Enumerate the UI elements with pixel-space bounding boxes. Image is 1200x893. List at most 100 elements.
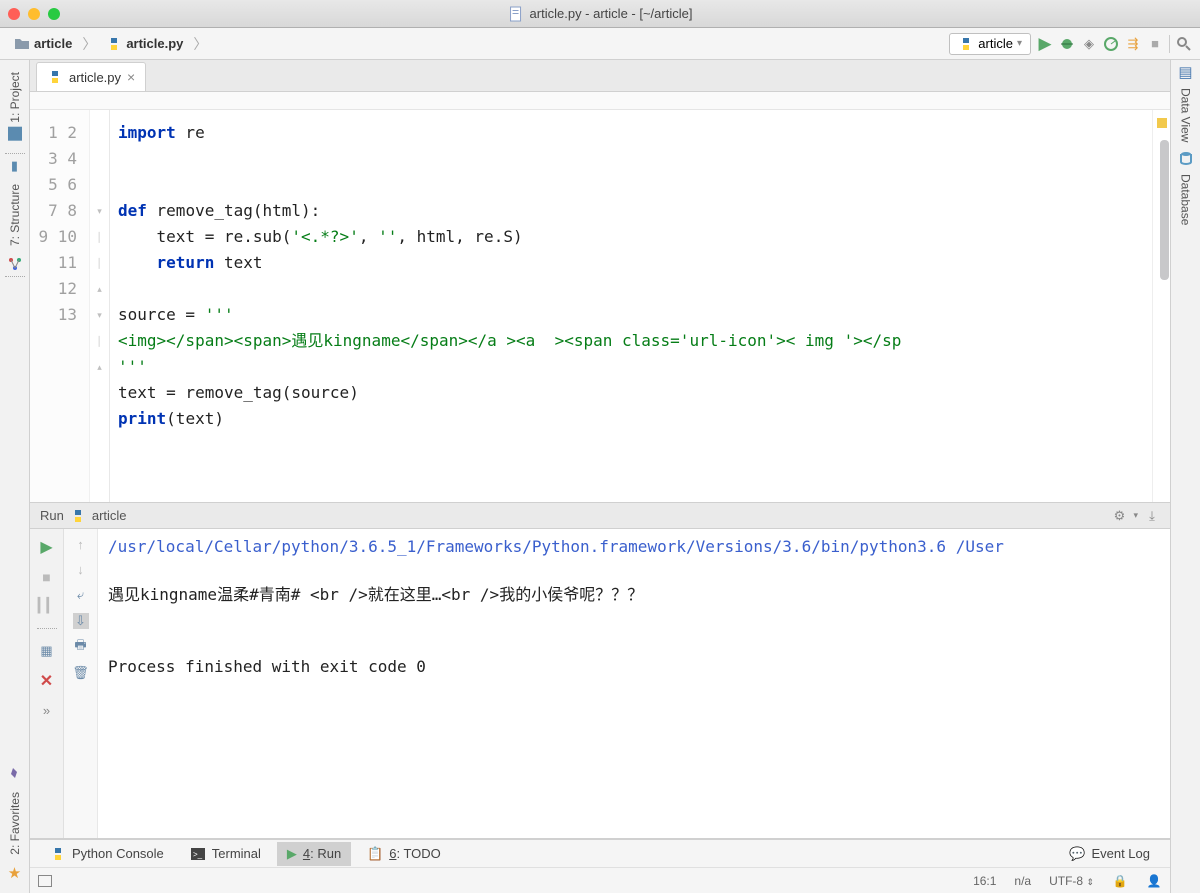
event-log-tool[interactable]: 💬 Event Log <box>1059 842 1160 866</box>
up-icon[interactable]: ↑ <box>77 537 84 552</box>
dataview-icon[interactable]: ▤ <box>1178 64 1194 80</box>
code-token: text <box>214 253 262 272</box>
code-token: text = re.sub( <box>118 227 291 246</box>
code-token: , html, re.S) <box>397 227 522 246</box>
cursor-position[interactable]: 16:1 <box>973 874 996 888</box>
search-icon[interactable] <box>1176 36 1192 52</box>
structure-tool[interactable]: 7: Structure <box>8 176 22 254</box>
todo-tool[interactable]: 📋 6: TODO <box>357 842 451 866</box>
window-zoom[interactable] <box>48 8 60 20</box>
coverage-button[interactable]: ◈ <box>1081 36 1097 52</box>
code-token: import <box>118 123 176 142</box>
python-icon <box>958 36 974 52</box>
code-token: ''' <box>118 357 147 376</box>
database-icon[interactable] <box>1178 150 1194 166</box>
project-tool[interactable]: 1: Project <box>8 64 22 149</box>
code-token: source = <box>118 305 205 324</box>
run-config-selector[interactable]: article ▾ <box>949 33 1031 55</box>
rerun-button[interactable]: ▶ <box>40 537 52 557</box>
stop-button[interactable]: ■ <box>1147 36 1163 52</box>
insert-mode[interactable]: n/a <box>1014 874 1031 888</box>
layout-icon[interactable]: ▦ <box>39 643 55 659</box>
breadcrumb-project[interactable]: article <box>8 34 78 54</box>
breadcrumb-file[interactable]: article.py <box>100 34 189 54</box>
down-icon[interactable]: ↓ <box>77 562 84 577</box>
dataview-tool[interactable]: Data View <box>1179 80 1193 150</box>
run-tool-label: 4: Run <box>303 846 341 861</box>
rail-separator <box>5 153 25 154</box>
structure-icon[interactable] <box>7 256 23 272</box>
run-toolbar-left: ▶ ■ ▎▎ ▦ ✕ » <box>30 529 64 838</box>
scroll-icon[interactable]: ⇩ <box>73 613 89 629</box>
terminal-icon: >_ <box>190 846 206 862</box>
python-icon <box>47 69 63 85</box>
stop-button[interactable]: ■ <box>42 569 50 585</box>
trash-icon[interactable]: 🗑 <box>73 665 89 681</box>
chevron-down-icon[interactable]: ▾ <box>1133 510 1138 521</box>
code-token: <img></span><span>遇见kingname</span></a >… <box>118 331 901 350</box>
profile-button[interactable] <box>1103 36 1119 52</box>
todo-icon: 📋 <box>367 846 383 862</box>
breadcrumb-project-label: article <box>34 36 72 51</box>
code-token: re <box>176 123 205 142</box>
database-tool[interactable]: Database <box>1179 166 1193 233</box>
run-panel-title: Run <box>40 508 64 523</box>
editor-tab[interactable]: article.py × <box>36 62 146 91</box>
fold-gutter[interactable]: ▾││▴ ▾│▴ <box>90 110 110 502</box>
code-token: '' <box>378 227 397 246</box>
wrap-icon[interactable]: ⤶ <box>73 587 89 603</box>
run-tool[interactable]: ▶ 4: Run <box>277 842 351 866</box>
hector-icon[interactable]: 👤 <box>1146 873 1162 889</box>
window-icon[interactable] <box>38 875 52 887</box>
close-icon[interactable]: × <box>127 69 135 85</box>
editor[interactable]: 1 2 3 4 5 6 7 8 9 10 11 12 13 ▾││▴ ▾│▴ i… <box>30 110 1170 503</box>
structure-tool-label: 7: Structure <box>8 184 22 246</box>
download-icon[interactable]: ⤓ <box>1144 508 1160 524</box>
chevron-down-icon: ▾ <box>1017 38 1022 49</box>
terminal-tool[interactable]: >_ Terminal <box>180 842 271 866</box>
python-console-tool[interactable]: Python Console <box>40 842 174 866</box>
breadcrumb-file-label: article.py <box>126 36 183 51</box>
warning-marker[interactable] <box>1157 118 1167 128</box>
code-token: print <box>118 409 166 428</box>
editor-tab-label: article.py <box>69 70 121 85</box>
scrollbar-thumb[interactable] <box>1160 140 1169 280</box>
database-label: Database <box>1179 174 1193 225</box>
close-icon[interactable]: ✕ <box>40 671 53 691</box>
pause-button[interactable]: ▎▎ <box>38 597 56 614</box>
gear-icon[interactable]: ⚙ <box>1111 508 1127 524</box>
star-icon[interactable]: ★ <box>7 865 23 881</box>
run-output-line: 遇见kingname温柔#青南# <br />就在这里…<br />我的小侯爷呢… <box>108 585 643 604</box>
concurrent-button[interactable]: ⇶ <box>1125 36 1141 52</box>
window-minimize[interactable] <box>28 8 40 20</box>
marker-strip[interactable] <box>1152 110 1170 502</box>
run-button[interactable]: ▶ <box>1037 36 1053 52</box>
code-token: return <box>157 253 215 272</box>
lock-icon[interactable]: 🔒 <box>1112 873 1128 889</box>
code-area[interactable]: import re def remove_tag(html): text = r… <box>110 110 1152 502</box>
rail-separator <box>5 276 25 277</box>
project-tool-label: 1: Project <box>8 72 22 123</box>
speech-icon: 💬 <box>1069 846 1085 862</box>
line-gutter: 1 2 3 4 5 6 7 8 9 10 11 12 13 <box>30 110 90 502</box>
terminal-label: Terminal <box>212 846 261 861</box>
code-token <box>118 253 157 272</box>
favorites-tool[interactable]: 2: Favorites <box>8 784 22 863</box>
code-token: (text) <box>166 409 224 428</box>
folder-icon[interactable]: ▮ <box>7 158 23 174</box>
pin-icon[interactable] <box>7 766 23 782</box>
more-icon[interactable]: » <box>43 703 50 718</box>
play-icon: ▶ <box>287 846 297 862</box>
print-icon[interactable]: 🖶 <box>73 639 89 655</box>
run-output-exit: Process finished with exit code 0 <box>108 657 426 676</box>
svg-text:>_: >_ <box>193 850 203 859</box>
window-close[interactable] <box>8 8 20 20</box>
run-output[interactable]: /usr/local/Cellar/python/3.6.5_1/Framewo… <box>98 529 1170 838</box>
code-token: '<.*?>' <box>291 227 358 246</box>
encoding-selector[interactable]: UTF-8 ⇕ <box>1049 874 1094 888</box>
event-log-label: Event Log <box>1091 846 1150 861</box>
run-panel-config: article <box>92 508 127 523</box>
code-token: def <box>118 201 147 220</box>
code-token: , <box>359 227 378 246</box>
debug-button[interactable] <box>1059 36 1075 52</box>
